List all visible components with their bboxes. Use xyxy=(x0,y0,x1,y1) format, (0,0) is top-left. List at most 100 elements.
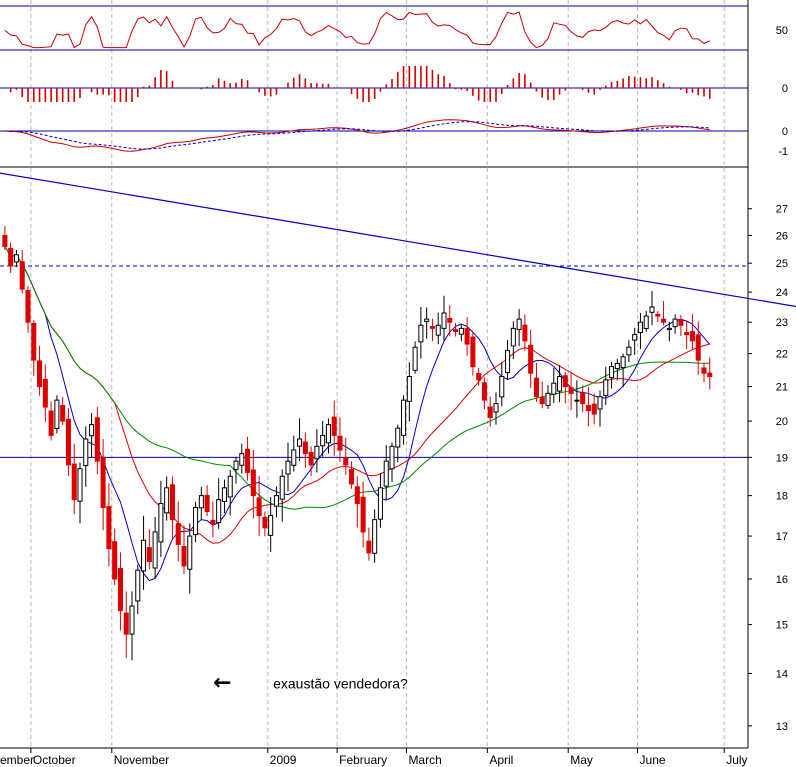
candle-body xyxy=(354,486,360,505)
candle xyxy=(221,479,227,514)
candle xyxy=(597,390,603,427)
candle xyxy=(609,361,615,389)
candle-body xyxy=(533,377,539,398)
candle-body xyxy=(175,523,181,545)
candle-body xyxy=(377,487,383,520)
candle-body xyxy=(13,254,19,263)
candle xyxy=(314,429,320,473)
candle xyxy=(435,312,441,345)
candle-body xyxy=(626,346,632,356)
candle xyxy=(164,476,170,521)
candle-body xyxy=(383,460,389,487)
candle xyxy=(141,515,147,590)
candle xyxy=(187,523,193,594)
candle xyxy=(505,339,511,381)
month-grid xyxy=(30,0,725,748)
candle-body xyxy=(389,445,395,470)
price-tick-label: 20 xyxy=(776,416,788,428)
candle-body xyxy=(227,475,233,498)
candle-body xyxy=(308,451,314,466)
candle-body xyxy=(60,405,66,422)
trendline xyxy=(0,172,796,308)
candle xyxy=(146,529,152,570)
candle xyxy=(655,311,661,322)
candle xyxy=(83,426,89,487)
month-label: November xyxy=(114,753,169,767)
candle-body xyxy=(499,376,505,398)
candle-body xyxy=(320,434,326,447)
candle-body xyxy=(632,334,638,341)
candle-body xyxy=(678,319,684,326)
candle-body xyxy=(233,460,239,471)
candle xyxy=(65,408,71,476)
candle-body xyxy=(221,487,227,502)
panel-tick-label: 50 xyxy=(776,25,788,37)
candle xyxy=(481,377,487,410)
candle-body xyxy=(516,318,522,330)
candle-body xyxy=(395,427,401,448)
candle-body xyxy=(343,457,349,466)
candle xyxy=(31,320,37,376)
candle xyxy=(499,362,505,407)
candle xyxy=(603,366,609,405)
candle xyxy=(239,443,245,474)
candle-body xyxy=(42,378,48,408)
candle-body xyxy=(279,475,285,500)
candle-body xyxy=(476,373,482,381)
candle-body xyxy=(112,541,118,580)
candle xyxy=(372,509,378,563)
candle xyxy=(412,341,418,374)
candle xyxy=(48,401,54,441)
candle-body xyxy=(65,418,71,466)
price-tick-label: 21 xyxy=(776,382,788,394)
candle-body xyxy=(106,506,112,550)
candle-body xyxy=(349,469,355,485)
candle-body xyxy=(158,503,164,543)
candle xyxy=(291,435,297,472)
candle-body xyxy=(366,540,372,554)
arrow-left-icon: ← xyxy=(213,671,231,696)
candle xyxy=(453,322,459,337)
candle xyxy=(19,250,25,294)
candle xyxy=(545,385,551,409)
candle xyxy=(181,525,187,575)
candle xyxy=(464,317,470,356)
month-label: ember xyxy=(0,753,34,767)
candle-body xyxy=(2,234,8,247)
candle xyxy=(401,395,407,445)
candle xyxy=(377,473,383,528)
candle-body xyxy=(539,397,545,405)
candle xyxy=(123,591,129,659)
candle-body xyxy=(360,496,366,533)
annotation: ← exaustão vendedora? xyxy=(213,671,408,696)
candle xyxy=(562,372,568,404)
candle xyxy=(279,469,285,522)
candle xyxy=(470,332,476,376)
candle-body xyxy=(77,468,83,502)
month-label: 2009 xyxy=(270,753,297,767)
candle-body xyxy=(89,424,95,437)
candle xyxy=(366,527,372,561)
candle-body xyxy=(574,399,580,402)
candle xyxy=(510,321,516,360)
candle-body xyxy=(528,344,534,374)
candle-body xyxy=(424,318,430,322)
candle xyxy=(158,480,164,558)
candle-body xyxy=(337,435,343,451)
candle-body xyxy=(83,438,89,467)
candle-body xyxy=(314,445,320,460)
candle xyxy=(637,313,643,349)
candle-body xyxy=(181,546,187,567)
candle xyxy=(337,417,343,462)
candle-body xyxy=(562,375,568,388)
candle xyxy=(256,475,262,537)
candle-body xyxy=(505,349,511,374)
candle-body xyxy=(146,547,152,562)
candle-body xyxy=(707,372,713,378)
candle-body xyxy=(141,539,147,572)
month-label: March xyxy=(408,753,441,767)
candle-body xyxy=(557,376,563,392)
candle-body xyxy=(453,329,459,332)
month-label: June xyxy=(640,753,666,767)
candle-body xyxy=(123,612,129,635)
